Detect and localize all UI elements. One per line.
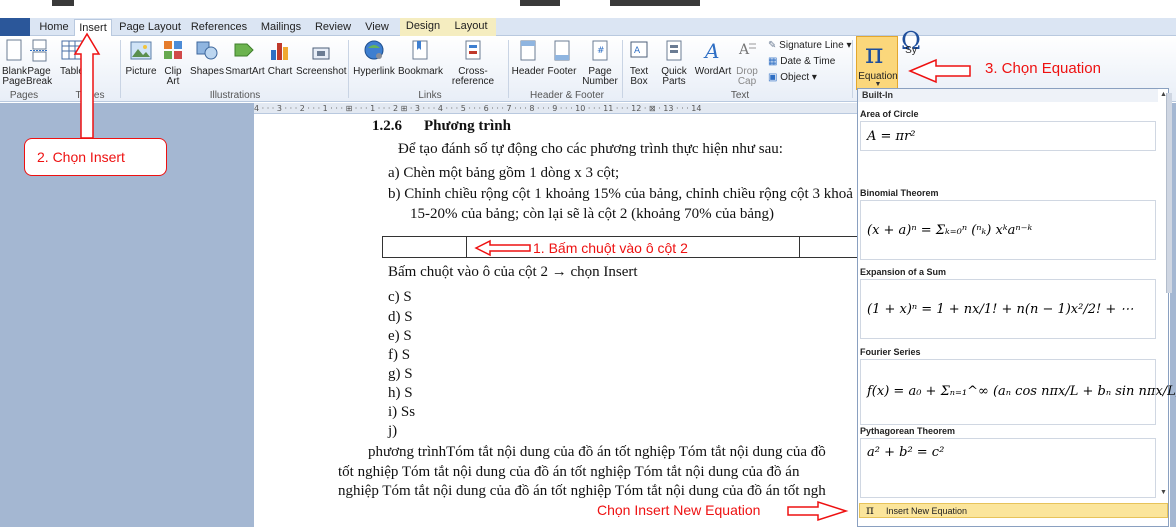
arrow-up-icon xyxy=(73,32,101,139)
arrow-right-icon xyxy=(787,500,849,522)
annotation-arrows xyxy=(73,32,971,522)
arrow-left-icon xyxy=(474,239,531,257)
arrow-left-icon xyxy=(908,58,971,84)
